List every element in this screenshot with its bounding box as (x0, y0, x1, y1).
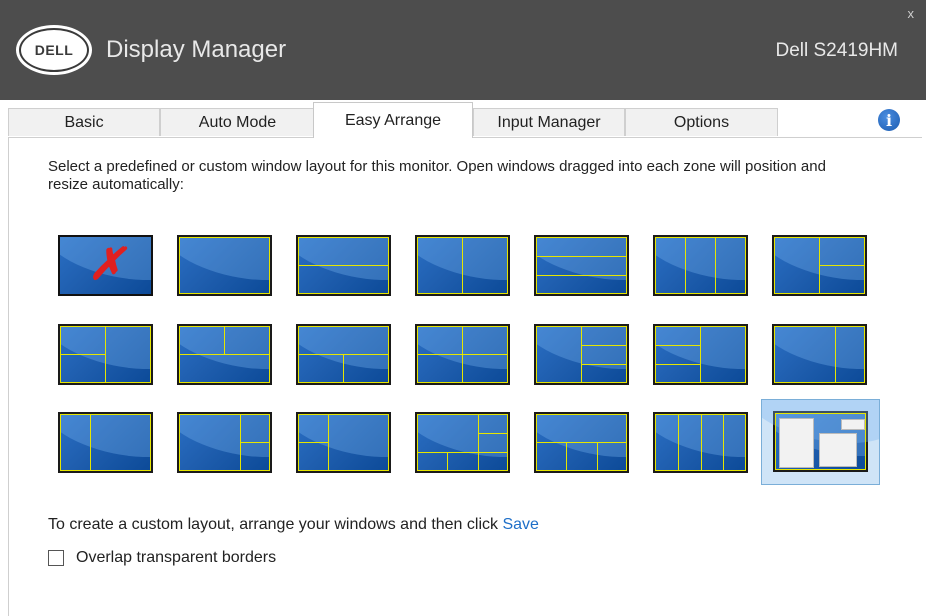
tab-auto-mode[interactable]: Auto Mode (160, 108, 315, 136)
tab-basic[interactable]: Basic (8, 108, 160, 136)
layout-narrow-left-wide-right[interactable] (58, 412, 153, 473)
save-link[interactable]: Save (502, 516, 538, 533)
layout-left-wide-right-stack[interactable] (772, 235, 867, 296)
custom-layout-instruction: To create a custom layout, arrange your … (48, 516, 539, 534)
layout-2-vertical[interactable] (415, 235, 510, 296)
layout-wide-left-right-stack[interactable] (177, 412, 272, 473)
layout-custom-selected[interactable] (761, 399, 880, 485)
layout-complex-b[interactable] (534, 412, 629, 473)
layout-none[interactable]: ✗ (58, 235, 153, 296)
layout-complex-a[interactable] (415, 412, 510, 473)
dell-logo: DELL (16, 25, 92, 75)
layout-2-horizontal[interactable] (296, 235, 391, 296)
layout-full[interactable] (177, 235, 272, 296)
dell-logo-text: DELL (19, 28, 89, 72)
custom-layout-text: To create a custom layout, arrange your … (48, 516, 499, 533)
layout-left-right-3-stack[interactable] (534, 324, 629, 385)
tab-options[interactable]: Options (625, 108, 778, 136)
title-bar: DELL Display Manager Dell S2419HM x (0, 0, 926, 100)
display-manager-window: DELL Display Manager Dell S2419HM x Basi… (0, 0, 926, 616)
layout-top-split-bottom[interactable] (177, 324, 272, 385)
layout-custom (773, 411, 868, 472)
layout-left-3-stack-right[interactable] (653, 324, 748, 385)
custom-window-2 (819, 433, 857, 467)
layout-4-vertical[interactable] (653, 412, 748, 473)
close-button[interactable]: x (908, 6, 915, 21)
layout-3-horizontal[interactable] (534, 235, 629, 296)
layout-wide-left-narrow-right[interactable] (772, 324, 867, 385)
layout-left-stack-right[interactable] (58, 324, 153, 385)
layout-3-vertical[interactable] (653, 235, 748, 296)
tab-easy-arrange[interactable]: Easy Arrange (313, 102, 473, 138)
tab-input-manager[interactable]: Input Manager (473, 108, 625, 136)
layout-quad[interactable] (415, 324, 510, 385)
layout-top-bottom-split[interactable] (296, 324, 391, 385)
no-layout-x-icon: ✗ (88, 240, 125, 289)
custom-window-3 (841, 419, 865, 430)
app-title: Display Manager (106, 36, 287, 63)
info-icon[interactable]: i (878, 109, 900, 131)
overlap-borders-label: Overlap transparent borders (76, 549, 277, 566)
layout-description: Select a predefined or custom window lay… (48, 158, 826, 193)
custom-window-1 (779, 418, 814, 468)
overlap-borders-checkbox[interactable] (48, 550, 64, 566)
layout-left-stack-wide-right[interactable] (296, 412, 391, 473)
monitor-name: Dell S2419HM (775, 40, 899, 61)
